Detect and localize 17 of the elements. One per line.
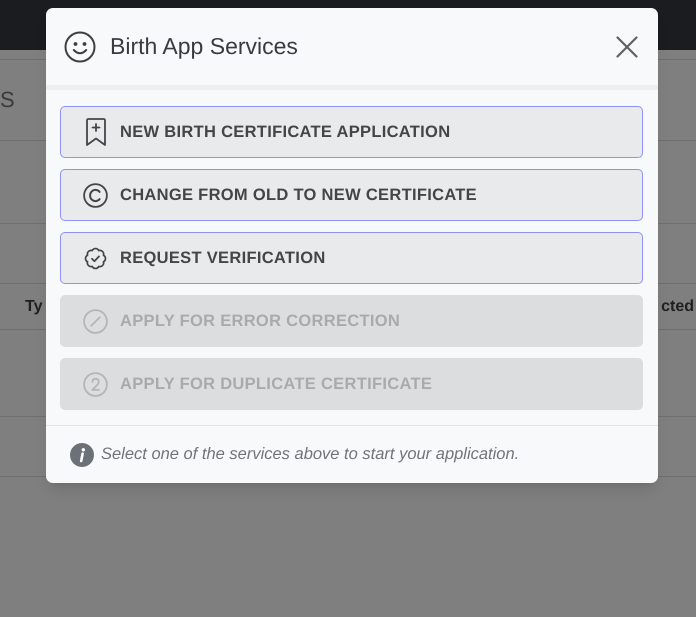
- info-icon: [70, 442, 94, 466]
- service-button[interactable]: CHANGE FROM OLD TO NEW CERTIFICATE: [60, 169, 643, 221]
- close-button[interactable]: [616, 36, 638, 58]
- smiley-icon: [64, 30, 96, 62]
- page-heading: S: [0, 89, 15, 111]
- service-button[interactable]: REQUEST VERIFICATION: [60, 232, 643, 284]
- badge-check-icon: [83, 246, 108, 270]
- column-header: cted: [661, 296, 694, 316]
- bookmark-plus-icon: [84, 118, 106, 146]
- footer-note: Select one of the services above to start your application.: [101, 444, 520, 466]
- slash-circle-icon: [83, 308, 108, 334]
- dialog-title: Birth App Services: [110, 32, 298, 62]
- close-icon: [616, 36, 638, 58]
- circled-c-icon: [83, 182, 108, 208]
- circled-two-icon: [83, 372, 108, 396]
- service-button[interactable]: NEW BIRTH CERTIFICATE APPLICATION: [60, 106, 643, 158]
- column-header: Ty: [25, 296, 42, 316]
